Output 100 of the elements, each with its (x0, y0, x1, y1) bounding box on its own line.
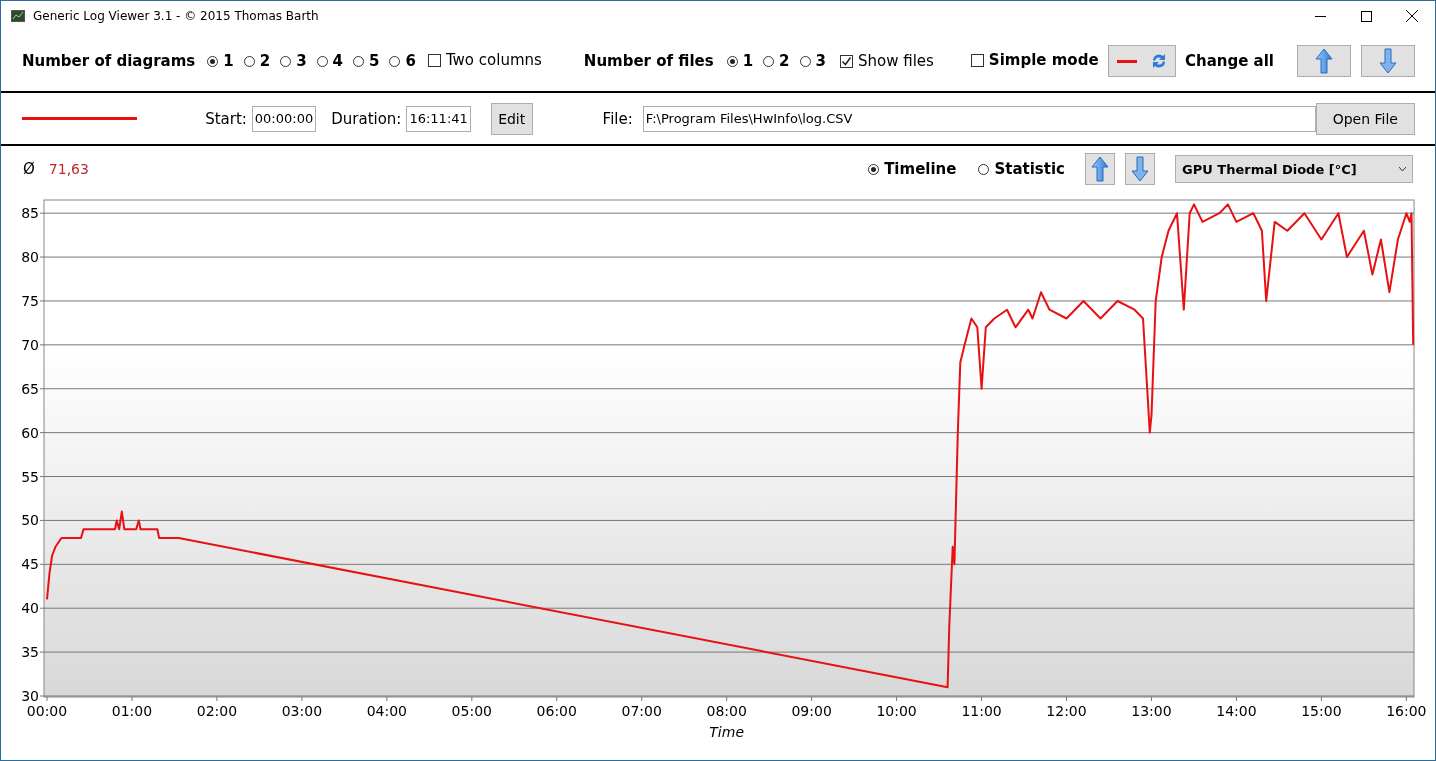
start-field[interactable]: 00:00:00 (251, 105, 317, 132)
radio-option[interactable]: 4 (316, 52, 343, 70)
radio-option[interactable]: 1 (726, 52, 754, 70)
radio-label: Statistic (994, 160, 1065, 178)
down-arrow-icon (1131, 156, 1149, 182)
radio-button[interactable] (389, 55, 401, 67)
x-tick-label: 00:00 (26, 703, 68, 719)
x-tick-label: 16:00 (1386, 703, 1427, 719)
radio-option[interactable]: 2 (243, 52, 271, 70)
average-symbol: Ø (23, 160, 35, 178)
sensor-dropdown[interactable]: GPU Thermal Diode [°C] (1175, 155, 1413, 183)
y-tick-label: 40 (21, 600, 39, 617)
radio-label: 3 (296, 52, 307, 70)
checkbox[interactable] (839, 54, 853, 68)
radio-button[interactable] (763, 55, 775, 67)
radio-label: 3 (815, 52, 826, 70)
y-tick-label: 80 (21, 249, 39, 266)
x-tick-label: 07:00 (621, 703, 662, 719)
radio-option[interactable]: Statistic (978, 160, 1065, 178)
refresh-icon (1150, 51, 1167, 71)
y-tick-label: 65 (21, 380, 39, 397)
up-arrow-icon (1315, 48, 1333, 74)
radio-button[interactable] (353, 55, 364, 67)
x-tick-label: 02:00 (196, 703, 238, 719)
file-path-field[interactable]: F:\Program Files\HwInfo\log.CSV (642, 105, 1316, 132)
close-icon (1406, 10, 1418, 22)
series-line-icon (22, 117, 138, 120)
y-tick-label: 50 (21, 512, 39, 529)
x-tick-label: 08:00 (706, 703, 747, 719)
radio-label: 5 (369, 52, 380, 70)
open-file-button[interactable]: Open File (1315, 102, 1415, 135)
radio-label: 1 (742, 52, 754, 70)
x-tick-label: 13:00 (1131, 703, 1172, 719)
radio-button[interactable] (316, 55, 328, 67)
x-tick-label: 10:00 (876, 703, 917, 719)
x-tick-label: 12:00 (1046, 703, 1087, 719)
checkbox[interactable] (427, 53, 441, 67)
radio-button[interactable] (280, 55, 292, 67)
y-tick-label: 70 (21, 336, 39, 353)
duration-field[interactable]: 16:11:41 (406, 105, 471, 132)
y-tick-label: 60 (21, 424, 39, 441)
x-tick-label: 03:00 (281, 703, 323, 719)
radio-button[interactable] (207, 55, 219, 67)
start-label: Start: (205, 109, 247, 128)
move-down-button[interactable] (1361, 45, 1415, 77)
radio-label: 2 (779, 52, 790, 70)
radio-button[interactable] (243, 55, 255, 67)
change-all-label: Change all (1184, 52, 1274, 70)
radio-label: 4 (332, 52, 343, 70)
radio-label: 6 (405, 52, 416, 70)
checkbox-label: Show files (857, 52, 934, 70)
radio-option[interactable]: 1 (207, 52, 234, 70)
duration-label: Duration: (331, 109, 402, 128)
chevron-down-icon (1399, 167, 1406, 171)
radio-option[interactable]: 3 (799, 52, 826, 70)
up-arrow-icon (1091, 156, 1109, 182)
radio-option[interactable]: 5 (353, 52, 380, 70)
diagrams-label: Number of diagrams (22, 52, 196, 70)
radio-option[interactable]: 2 (763, 52, 790, 70)
radio-option[interactable]: Timeline (868, 160, 957, 178)
y-tick-label: 30 (21, 688, 39, 704)
y-tick-label: 75 (21, 292, 39, 309)
x-tick-label: 05:00 (451, 703, 492, 719)
y-tick-label: 85 (21, 205, 39, 222)
radio-label: 2 (259, 52, 271, 70)
y-tick-label: 45 (21, 556, 39, 573)
swap-color-button[interactable] (1107, 45, 1176, 77)
x-tick-label: 15:00 (1301, 703, 1342, 719)
radio-option[interactable]: 6 (389, 52, 416, 70)
x-tick-label: 11:00 (961, 703, 1002, 719)
radio-button[interactable] (978, 163, 990, 175)
radio-option[interactable]: 3 (280, 52, 307, 70)
line-color-icon (1116, 59, 1137, 63)
down-arrow-icon (1379, 48, 1397, 74)
maximize-icon (1360, 10, 1372, 22)
minimize-icon (1314, 15, 1326, 17)
x-axis-title: Time (709, 724, 745, 740)
radio-button[interactable] (868, 163, 880, 175)
y-tick-label: 35 (21, 644, 39, 661)
radio-label: Timeline (884, 160, 957, 178)
x-tick-label: 09:00 (791, 703, 832, 719)
x-tick-label: 01:00 (111, 703, 153, 719)
move-up-button[interactable] (1085, 153, 1115, 185)
checkbox-label: Two columns (445, 51, 542, 70)
radio-button[interactable] (799, 55, 811, 67)
move-up-button[interactable] (1297, 45, 1351, 77)
checkbox-label: Simple mode (988, 51, 1099, 70)
x-tick-label: 06:00 (536, 703, 577, 719)
edit-button[interactable]: Edit (490, 102, 533, 135)
checkbox[interactable] (970, 53, 984, 67)
x-tick-label: 14:00 (1216, 703, 1257, 719)
x-tick-label: 04:00 (366, 703, 407, 719)
app-icon (11, 10, 25, 22)
window-title: Generic Log Viewer 3.1 - © 2015 Thomas Barth (33, 9, 319, 23)
average-value: 71,63 (48, 161, 89, 177)
file-label: File: (602, 109, 633, 128)
radio-label: 1 (223, 52, 234, 70)
radio-button[interactable] (726, 55, 738, 67)
move-down-button[interactable] (1125, 153, 1155, 185)
files-label: Number of files (583, 52, 714, 70)
